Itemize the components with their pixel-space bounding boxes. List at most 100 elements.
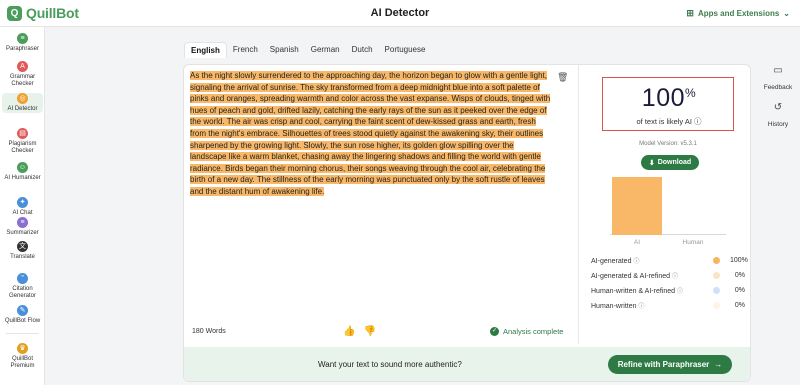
tab-dutch[interactable]: Dutch xyxy=(345,42,379,58)
apps-label: Apps and Extensions xyxy=(697,9,780,18)
check-circle-icon: ✓ xyxy=(490,327,499,336)
refine-label: Refine with Paraphraser xyxy=(617,360,710,369)
sidebar-item-summarizer[interactable]: ≡ Summarizer xyxy=(2,217,43,237)
history-button[interactable]: ↺ History xyxy=(760,102,796,131)
chart-x-label: AI xyxy=(633,239,641,246)
sidebar-item-label: Summarizer xyxy=(6,230,39,236)
trash-icon[interactable]: 🗑 xyxy=(557,72,568,83)
sidebar-item-label: Paraphraser xyxy=(5,46,40,52)
breakdown-label: Human-written & AI-refined ⓘ xyxy=(591,286,713,295)
info-icon[interactable]: ⓘ xyxy=(639,304,645,310)
sidebar-item-label: Translate xyxy=(10,254,35,260)
translate-icon: 文 xyxy=(17,241,28,252)
analysis-status-label: Analysis complete xyxy=(503,327,564,336)
tab-german[interactable]: German xyxy=(304,42,346,58)
breakdown-row: Human-written ⓘ 0% xyxy=(591,298,745,313)
plagiarism-icon: ▤ xyxy=(17,128,28,139)
legend-dot xyxy=(713,302,720,309)
panel-divider xyxy=(578,65,579,344)
tab-french[interactable]: French xyxy=(226,42,264,58)
sidebar-item-label: QuillBot Premium xyxy=(10,356,35,369)
breakdown-label: Human-written ⓘ xyxy=(591,301,713,310)
ai-chat-icon: ✦ xyxy=(17,197,28,208)
flow-icon: ✎ xyxy=(17,305,28,316)
sidebar: ≡ Paraphraser A Grammar Checker ◎ AI Detector… xyxy=(0,27,45,385)
refine-cta-bar: Want your text to sound more authentic? … xyxy=(184,347,750,381)
download-label: Download xyxy=(657,159,692,166)
summarizer-icon: ≡ xyxy=(17,217,28,228)
sidebar-item-quillbot-flow[interactable]: ✎ QuillBot Flow xyxy=(2,305,43,325)
apps-and-extensions-button[interactable]: ⊞ Apps and Extensions ⌄ xyxy=(686,8,790,19)
legend-dot xyxy=(713,257,720,264)
thumbs-down-icon[interactable]: 👎 xyxy=(363,326,375,337)
sidebar-item-plagiarism-checker[interactable]: ▤ Plagiarism Checker xyxy=(2,128,43,155)
tab-portuguese[interactable]: Portuguese xyxy=(378,42,432,58)
premium-icon: ♛ xyxy=(17,343,28,354)
breakdown-row: AI-generated ⓘ 100% xyxy=(591,253,748,268)
humanizer-icon: ☺ xyxy=(17,162,28,173)
chart-bar-ai xyxy=(612,177,662,235)
breakdown-label-text: AI-generated & AI-refined xyxy=(591,273,670,280)
history-label: History xyxy=(767,121,789,128)
info-icon[interactable]: ⓘ xyxy=(672,274,678,280)
paraphraser-icon: ≡ xyxy=(17,33,28,44)
sidebar-item-citation-generator[interactable]: ” Citation Generator xyxy=(2,273,43,300)
sidebar-divider xyxy=(6,333,39,334)
sidebar-item-label: AI Humanizer xyxy=(4,175,41,181)
feedback-thumbs: 👍 👎 xyxy=(343,326,376,337)
sidebar-item-ai-humanizer[interactable]: ☺ AI Humanizer xyxy=(2,162,43,182)
download-button[interactable]: ⬇ Download xyxy=(641,155,699,170)
sidebar-item-ai-detector[interactable]: ◎ AI Detector xyxy=(2,93,43,113)
sidebar-item-label: Citation Generator xyxy=(8,286,36,299)
ai-detector-icon: ◎ xyxy=(17,93,28,104)
feedback-icon: ▭ xyxy=(773,65,783,76)
breakdown-value: 100% xyxy=(730,257,748,264)
breakdown-label: AI-generated ⓘ xyxy=(591,256,713,265)
language-tabs: English French Spanish German Dutch Portugues… xyxy=(184,42,432,58)
arrow-right-icon: → xyxy=(714,360,723,369)
ai-score-value: 100 xyxy=(641,84,686,112)
ai-human-chart: AI Human xyxy=(590,176,740,248)
ai-score-unit: % xyxy=(685,86,697,100)
breakdown-value: 0% xyxy=(734,272,745,279)
sidebar-item-label: AI Detector xyxy=(7,106,38,112)
score-box: 100% of text is likely AI ⓘ xyxy=(602,77,734,131)
grammar-icon: A xyxy=(17,61,28,72)
sidebar-item-label: AI Chat xyxy=(12,210,33,216)
text-input[interactable]: As the night slowly surrendered to the a… xyxy=(190,70,552,198)
download-icon: ⬇ xyxy=(648,159,655,167)
sidebar-item-quillbot-premium[interactable]: ♛ QuillBot Premium xyxy=(2,343,43,370)
breakdown-label: AI-generated & AI-refined ⓘ xyxy=(591,271,713,280)
sidebar-item-label: Grammar Checker xyxy=(9,74,36,87)
legend-dot xyxy=(713,272,720,279)
breakdown-label-text: Human-written xyxy=(591,303,637,310)
grid-icon: ⊞ xyxy=(686,8,694,18)
ai-score: 100% xyxy=(603,84,735,113)
word-count: 180 Words xyxy=(192,328,226,335)
sidebar-item-translate[interactable]: 文 Translate xyxy=(2,241,43,261)
tab-spanish[interactable]: Spanish xyxy=(263,42,305,58)
sidebar-item-ai-chat[interactable]: ✦ AI Chat xyxy=(2,197,43,217)
legend-dot xyxy=(713,287,720,294)
tab-english[interactable]: English xyxy=(184,42,227,58)
breakdown-row: AI-generated & AI-refined ⓘ 0% xyxy=(591,268,745,283)
breakdown-list: AI-generated ⓘ 100% AI-generated & AI-refin… xyxy=(591,253,748,313)
info-icon[interactable]: ⓘ xyxy=(677,289,683,295)
breakdown-value: 0% xyxy=(734,302,745,309)
top-bar: Q QuillBot AI Detector ⊞ Apps and Extens… xyxy=(0,0,800,27)
feedback-button[interactable]: ▭ Feedback xyxy=(760,65,796,94)
breakdown-label-text: AI-generated xyxy=(591,258,632,265)
sidebar-item-label: Plagiarism Checker xyxy=(8,141,37,154)
thumbs-up-icon[interactable]: 👍 xyxy=(343,326,355,337)
breakdown-label-text: Human-written & AI-refined xyxy=(591,288,676,295)
refine-with-paraphraser-button[interactable]: Refine with Paraphraser → xyxy=(608,355,732,374)
analysis-status: ✓ Analysis complete xyxy=(490,327,563,336)
info-icon[interactable]: ⓘ xyxy=(694,117,702,126)
info-icon[interactable]: ⓘ xyxy=(633,259,639,265)
citation-icon: ” xyxy=(17,273,28,284)
sidebar-item-paraphraser[interactable]: ≡ Paraphraser xyxy=(2,33,43,53)
score-caption-text: of text is likely AI xyxy=(636,117,692,126)
sidebar-item-grammar-checker[interactable]: A Grammar Checker xyxy=(2,61,43,88)
cta-question: Want your text to sound more authentic? xyxy=(318,360,462,369)
breakdown-row: Human-written & AI-refined ⓘ 0% xyxy=(591,283,745,298)
